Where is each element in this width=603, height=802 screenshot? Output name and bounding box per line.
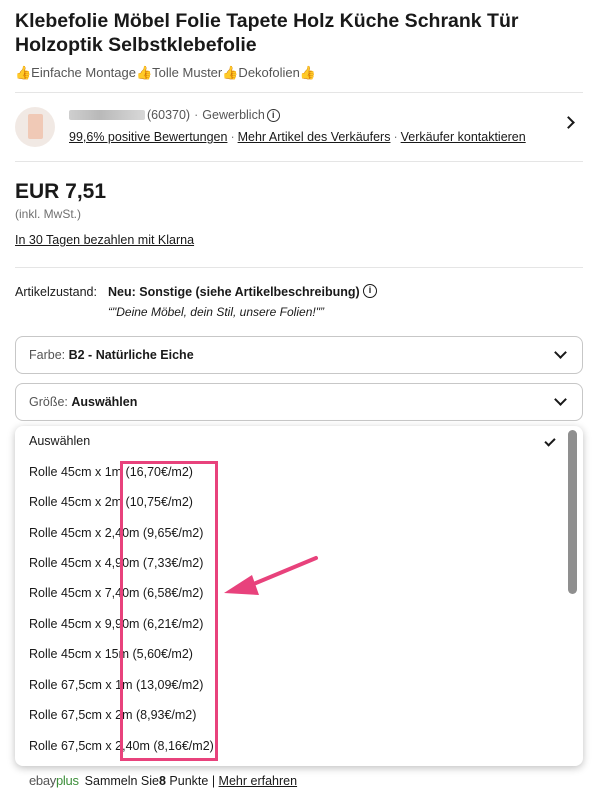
ebay-plus-text: Sammeln Sie: [84, 773, 159, 788]
seller-type: Gewerblich: [202, 108, 265, 122]
ebay-plus-text-post: Punkte |: [165, 773, 219, 788]
dropdown-option[interactable]: Auswählen: [29, 434, 90, 448]
size-select-value: Auswählen: [71, 395, 138, 409]
ebay-plus-banner: ebayplus Sammeln Sie 8 Punkte | Mehr erf…: [29, 773, 297, 788]
positive-feedback-link[interactable]: 99,6% positive Bewertungen: [69, 130, 227, 144]
learn-more-link[interactable]: Mehr erfahren: [219, 774, 298, 788]
seller-name-redacted: [69, 110, 145, 120]
highlight-box: [120, 461, 218, 761]
seller-rating-count: (60370): [147, 108, 191, 122]
ebay-plus-logo: ebayplus: [29, 773, 79, 788]
info-icon[interactable]: i: [266, 108, 280, 122]
more-items-link[interactable]: Mehr Artikel des Verkäufers: [238, 130, 391, 144]
check-icon: [544, 435, 556, 447]
color-select-label: Farbe:: [29, 348, 69, 362]
size-select[interactable]: Größe: Auswählen: [15, 383, 583, 421]
product-title: Klebefolie Möbel Folie Tapete Holz Küche…: [15, 10, 519, 56]
chevron-right-icon[interactable]: [562, 116, 575, 129]
klarna-link[interactable]: In 30 Tagen bezahlen mit Klarna: [15, 233, 194, 247]
condition-label: Artikelzustand:: [15, 285, 97, 299]
price: EUR 7,51: [15, 180, 107, 203]
condition-value: Neu: Sonstige (siehe Artikelbeschreibung…: [108, 285, 360, 299]
seller-card[interactable]: (60370) · Gewerblich i 99,6% positive Be…: [15, 106, 583, 147]
divider: [15, 161, 583, 162]
chevron-down-icon: [554, 393, 567, 406]
separator-dot: ·: [194, 108, 199, 122]
ebay-plus-points: 8: [159, 773, 166, 788]
separator-dot: ·: [230, 130, 235, 144]
contact-seller-link[interactable]: Verkäufer kontaktieren: [401, 130, 526, 144]
separator-dot: ·: [393, 130, 398, 144]
color-select[interactable]: Farbe: B2 - Natürliche Eiche: [15, 336, 583, 374]
vat-note: (inkl. MwSt.): [15, 207, 81, 221]
color-select-value: B2 - Natürliche Eiche: [68, 348, 194, 362]
product-subtitle: 👍Einfache Montage👍Tolle Muster👍Dekofolie…: [15, 65, 317, 80]
scrollbar[interactable]: [568, 430, 577, 594]
divider: [15, 267, 583, 268]
condition-quote: “"Deine Möbel, dein Stil, unsere Folien!…: [108, 305, 324, 319]
divider: [15, 92, 583, 93]
pointer-arrow-icon: [224, 556, 318, 595]
size-select-label: Größe:: [29, 395, 72, 409]
info-icon[interactable]: i: [363, 284, 377, 298]
chevron-down-icon: [554, 346, 567, 359]
seller-avatar: [15, 107, 55, 147]
